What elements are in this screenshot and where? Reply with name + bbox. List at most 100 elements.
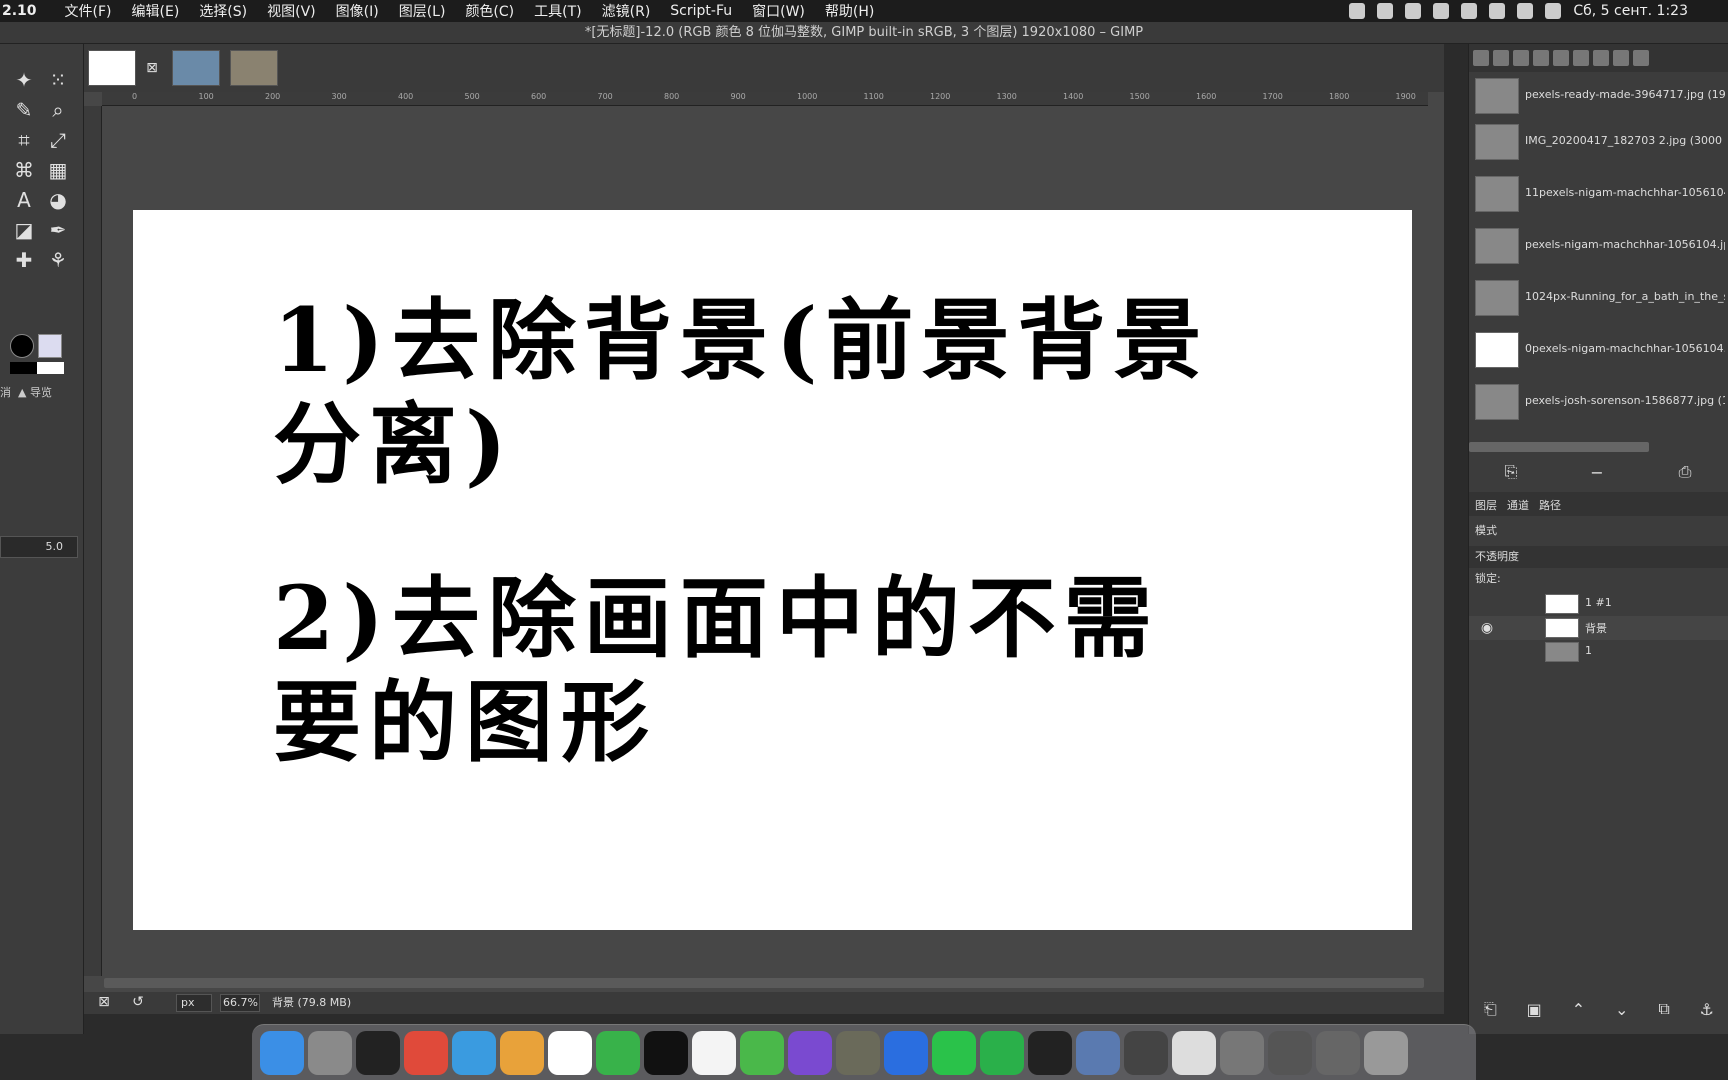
- ink-icon[interactable]: ✒: [44, 216, 72, 244]
- safari-icon[interactable]: [452, 1030, 496, 1075]
- brushes-tab-icon[interactable]: [1473, 50, 1489, 66]
- preview-icon[interactable]: [1076, 1030, 1120, 1075]
- layer-row[interactable]: 1 #1: [1469, 592, 1728, 616]
- raise-image-icon[interactable]: ⎘: [1497, 458, 1525, 486]
- chrome-icon[interactable]: [404, 1030, 448, 1075]
- whatsapp-icon[interactable]: [932, 1030, 976, 1075]
- image-list-item[interactable]: 0pexels-nigam-machchhar-1056104.jpg: [1469, 326, 1728, 376]
- new-layer-group-icon[interactable]: ▣: [1527, 1000, 1542, 1019]
- duplicate-layer-icon[interactable]: ⧉: [1658, 999, 1669, 1019]
- menu-help[interactable]: 帮助(H): [815, 1, 884, 21]
- canvas-area[interactable]: 0 100 200 300 400 500 600 700 800 900 1000 1100 1200…: [84, 92, 1444, 992]
- gimp-icon[interactable]: [836, 1030, 880, 1075]
- background-color-swatch[interactable]: [38, 334, 62, 358]
- tab-paths[interactable]: 路径: [1539, 497, 1561, 512]
- image-tab-current[interactable]: [88, 50, 136, 86]
- menu-filters[interactable]: 滤镜(R): [592, 1, 661, 21]
- obs-icon[interactable]: [1028, 1030, 1072, 1075]
- window-thumb-icon[interactable]: [1316, 1030, 1360, 1075]
- wechat-icon[interactable]: [980, 1030, 1024, 1075]
- text-tool-icon[interactable]: A: [10, 186, 38, 214]
- menu-select[interactable]: 选择(S): [189, 1, 257, 21]
- warp-transform-icon[interactable]: ⌘: [10, 156, 38, 184]
- horizontal-ruler[interactable]: 0 100 200 300 400 500 600 700 800 900 1000 1100 1200…: [102, 92, 1428, 106]
- volume-icon[interactable]: [1517, 3, 1534, 19]
- mode-select[interactable]: 模式: [1469, 520, 1728, 542]
- close-tab-icon[interactable]: ⊠: [138, 54, 166, 82]
- histogram-tab-icon[interactable]: [1573, 50, 1589, 66]
- wifi-icon[interactable]: [1489, 3, 1506, 19]
- vertical-ruler[interactable]: [84, 106, 102, 976]
- raise-layer-icon[interactable]: ⌃: [1572, 1000, 1585, 1019]
- image-list-item[interactable]: IMG_20200417_182703 2.jpg (3000 × 4000: [1469, 118, 1728, 168]
- x11-icon[interactable]: [1124, 1030, 1168, 1075]
- window-thumb-icon[interactable]: [1172, 1030, 1216, 1075]
- image-tab-hand[interactable]: [230, 50, 278, 86]
- fonts-tab-icon[interactable]: [1553, 50, 1569, 66]
- exec-icon[interactable]: [644, 1030, 688, 1075]
- clone-icon[interactable]: ⚘: [44, 246, 72, 274]
- unified-transform-icon[interactable]: ⤢: [44, 126, 72, 154]
- menu-script-fu[interactable]: Script-Fu: [660, 3, 742, 19]
- trash-icon[interactable]: [1364, 1030, 1408, 1075]
- image-list-item[interactable]: pexels-ready-made-3964717.jpg (1920 × 12: [1469, 72, 1728, 122]
- reset-icon[interactable]: ↺: [124, 988, 152, 1016]
- eraser-icon[interactable]: ◪: [10, 216, 38, 244]
- color-picker-icon[interactable]: ✎: [10, 96, 38, 124]
- visibility-eye-icon[interactable]: ◉: [1473, 614, 1501, 642]
- paint-dynamics-tab-icon[interactable]: [1533, 50, 1549, 66]
- cloud-icon[interactable]: [740, 1030, 784, 1075]
- image-list-item[interactable]: 11pexels-nigam-machchhar-1056104.jpg (10: [1469, 170, 1728, 220]
- toolbox-tab-undo[interactable]: 消: [0, 384, 11, 400]
- toolbox-tab-navigation[interactable]: ▲ 导览: [18, 384, 52, 400]
- zoom-select[interactable]: 66.7%: [220, 994, 260, 1012]
- heal-icon[interactable]: ✚: [10, 246, 38, 274]
- document-history-tab-icon[interactable]: [1633, 50, 1649, 66]
- images-tab-icon[interactable]: [1513, 50, 1529, 66]
- menu-tools[interactable]: 工具(T): [524, 1, 591, 21]
- wps-icon[interactable]: [884, 1030, 928, 1075]
- select-by-color-icon[interactable]: ⁙: [44, 66, 72, 94]
- wechat-status-icon[interactable]: [1377, 3, 1394, 19]
- menu-windows[interactable]: 窗口(W): [742, 1, 815, 21]
- menu-image[interactable]: 图像(I): [326, 1, 389, 21]
- menu-file[interactable]: 文件(F): [55, 1, 122, 21]
- image-tab-bird[interactable]: [172, 50, 220, 86]
- palettes-tab-icon[interactable]: [1593, 50, 1609, 66]
- fuzzy-select-tool-icon[interactable]: ✦: [10, 66, 38, 94]
- image-canvas[interactable]: 1)去除背景(前景背景 分离) 2)去除画面中的不需 要的图形: [133, 210, 1412, 930]
- app-name[interactable]: 2.10: [0, 3, 55, 19]
- menubar-clock[interactable]: Сб, 5 сент. 1:23: [1573, 3, 1688, 19]
- bluetooth-icon[interactable]: [1461, 3, 1478, 19]
- default-colors-icon[interactable]: [10, 362, 64, 374]
- brush-size-field[interactable]: 5.0: [0, 536, 78, 558]
- perspective-icon[interactable]: ▦: [44, 156, 72, 184]
- opacity-slider[interactable]: 不透明度: [1469, 546, 1728, 568]
- foreground-color-swatch[interactable]: [10, 334, 34, 358]
- zoom-icon[interactable]: ⌕: [44, 96, 72, 124]
- window-thumb-icon[interactable]: [1220, 1030, 1264, 1075]
- remove-image-icon[interactable]: −: [1583, 458, 1611, 486]
- unit-select[interactable]: px: [176, 994, 212, 1012]
- gradients-tab-icon[interactable]: [1613, 50, 1629, 66]
- close-statusbar-icon[interactable]: ⊠: [90, 988, 118, 1016]
- menu-edit[interactable]: 编辑(E): [122, 1, 190, 21]
- image-list-item[interactable]: pexels-nigam-machchhar-1056104.jpg (1920: [1469, 222, 1728, 272]
- layer-row[interactable]: ◉ 背景: [1469, 616, 1728, 640]
- anchor-layer-icon[interactable]: ⚓: [1700, 1000, 1714, 1019]
- images-scrollbar[interactable]: [1469, 442, 1649, 452]
- imovie-icon[interactable]: [788, 1030, 832, 1075]
- patterns-tab-icon[interactable]: [1493, 50, 1509, 66]
- calculator-icon[interactable]: [500, 1030, 544, 1075]
- menu-layer[interactable]: 图层(L): [389, 1, 456, 21]
- tab-layers[interactable]: 图层: [1475, 497, 1497, 512]
- export-image-icon[interactable]: ⎙: [1671, 458, 1699, 486]
- horizontal-scrollbar[interactable]: [104, 978, 1424, 988]
- window-thumb-icon[interactable]: [1268, 1030, 1312, 1075]
- menu-view[interactable]: 视图(V): [257, 1, 326, 21]
- calendar-icon[interactable]: [548, 1030, 592, 1075]
- obs-status-icon[interactable]: [1349, 3, 1366, 19]
- menu-colors[interactable]: 颜色(C): [455, 1, 524, 21]
- launchpad-icon[interactable]: [308, 1030, 352, 1075]
- input-source-icon[interactable]: [1545, 3, 1562, 19]
